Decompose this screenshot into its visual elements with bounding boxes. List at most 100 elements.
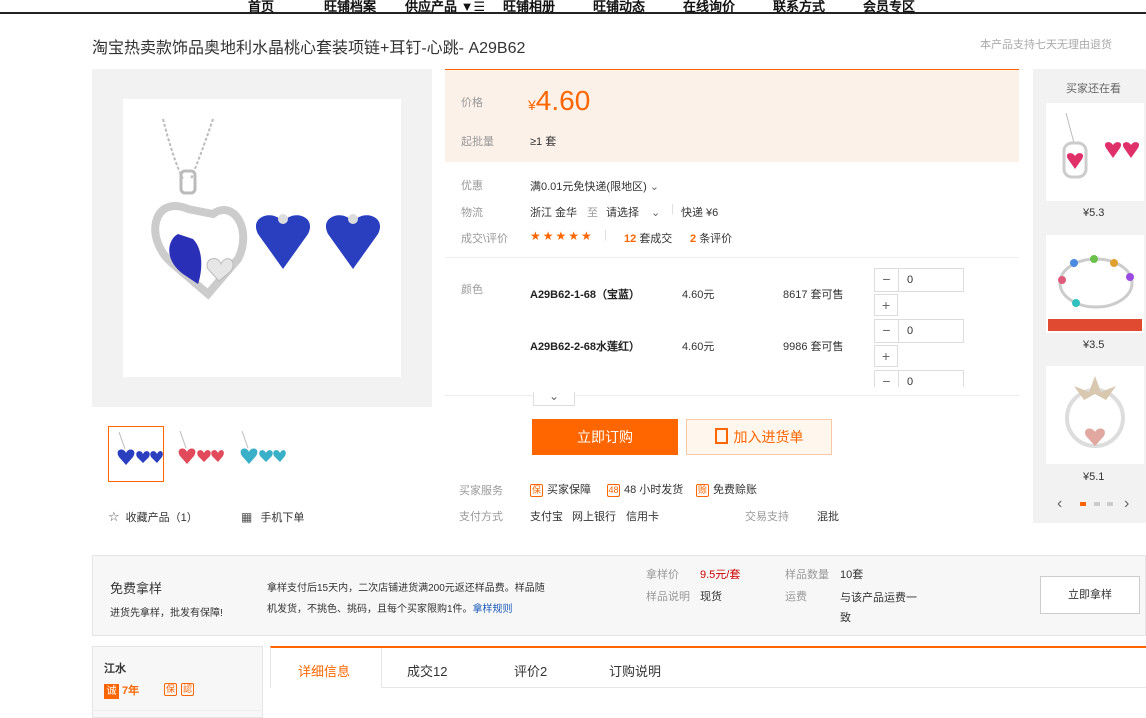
plus-button[interactable]: + bbox=[874, 345, 898, 367]
promo-label: 优惠 bbox=[461, 180, 483, 192]
payment-method: 信用卡 bbox=[626, 511, 659, 523]
tab-reviews[interactable]: 评价2 bbox=[514, 661, 547, 680]
ship-from: 浙江 金华 bbox=[530, 207, 578, 219]
nav-news[interactable]: 旺铺动态 bbox=[593, 0, 645, 12]
sample-desc-text: 机发货，不挑色、挑码，且每个买家限购1件。 bbox=[267, 604, 473, 615]
quantity-stepper[interactable]: − 0 bbox=[874, 268, 964, 292]
service-text: 买家保障 bbox=[547, 484, 591, 496]
necklace-earrings-image bbox=[151, 118, 381, 300]
carousel-dot[interactable] bbox=[1107, 502, 1113, 506]
thumbnail-aqua[interactable] bbox=[232, 426, 288, 482]
clipboard-icon bbox=[714, 428, 728, 445]
sku-stock: 9986 套可售 bbox=[783, 341, 844, 353]
sku-stock: 8617 套可售 bbox=[783, 289, 844, 301]
top-nav: 首页 旺铺档案 供应产品 ▼☰ 旺铺相册 旺铺动态 在线询价 联系方式 会员专区 bbox=[0, 0, 1146, 14]
service-buyer-protection: 保买家保障 bbox=[530, 481, 591, 497]
sample-qty-label: 样品数量 bbox=[785, 569, 829, 581]
product-title: 淘宝热卖款饰品奥地利水晶桃心套装项链+耳钉-心跳- A29B62 bbox=[92, 40, 526, 57]
nav-member[interactable]: 会员专区 bbox=[863, 0, 915, 12]
expand-sku-button[interactable]: ⌄ bbox=[533, 390, 575, 406]
sku-price: 4.60元 bbox=[682, 289, 715, 301]
sample-rule-link[interactable]: 拿样规则 bbox=[473, 604, 513, 615]
favorite-label: 收藏产品（1） bbox=[125, 512, 198, 524]
sku-price: 4.60元 bbox=[682, 341, 715, 353]
nav-contact[interactable]: 联系方式 bbox=[773, 0, 825, 12]
trade-support-value: 混批 bbox=[817, 511, 839, 523]
destination-select[interactable]: 请选择 ⌄ bbox=[606, 204, 660, 220]
clock-icon: 48 bbox=[607, 483, 620, 497]
credit-icon: 赊 bbox=[696, 483, 709, 497]
quantity-stepper[interactable]: − 0 bbox=[874, 319, 964, 343]
sample-price: 9.5元/套 bbox=[700, 569, 741, 581]
minus-button[interactable]: − bbox=[875, 371, 899, 387]
service-text: 48 小时发货 bbox=[624, 484, 684, 496]
sample-desc-line2: 机发货，不挑色、挑码，且每个买家限购1件。拿样规则 bbox=[267, 600, 513, 615]
nav-home[interactable]: 首页 bbox=[248, 0, 274, 12]
sample-desc-line1: 拿样支付后15天内，二次店铺进货满200元返还样品费。样品随 bbox=[267, 583, 545, 594]
quantity-input[interactable]: 0 bbox=[907, 274, 913, 286]
return-promise: 本产品支持七天无理由退货 bbox=[980, 39, 1112, 51]
tab-order-info[interactable]: 订购说明 bbox=[609, 661, 661, 680]
logistics-label: 物流 bbox=[461, 207, 483, 219]
also-viewed-item[interactable] bbox=[1046, 235, 1144, 333]
quantity-input[interactable]: 0 bbox=[907, 325, 913, 337]
favorite-product[interactable]: ☆ 收藏产品（1） bbox=[108, 509, 198, 525]
nav-profile[interactable]: 旺铺档案 bbox=[324, 0, 376, 12]
also-viewed-price: ¥3.5 bbox=[1083, 339, 1105, 351]
sample-qty: 10套 bbox=[840, 569, 864, 581]
nav-album[interactable]: 旺铺相册 bbox=[503, 0, 555, 12]
mobile-order[interactable]: ▦ 手机下单 bbox=[241, 509, 304, 525]
sample-title: 免费拿样 bbox=[110, 581, 163, 596]
thumbnail-blue[interactable] bbox=[108, 426, 164, 482]
also-viewed-item[interactable] bbox=[1046, 366, 1144, 464]
carousel-dot[interactable] bbox=[1094, 502, 1100, 506]
tab-deals[interactable]: 成交12 bbox=[407, 661, 447, 680]
nav-products[interactable]: 供应产品 ▼☰ bbox=[405, 0, 485, 12]
also-viewed-title: 买家还在看 bbox=[1066, 83, 1121, 95]
thumbnail-image bbox=[117, 431, 163, 465]
also-viewed-item[interactable] bbox=[1046, 103, 1144, 201]
promo-dropdown[interactable]: 满0.01元免快递(限地区) ⌄ bbox=[530, 178, 659, 194]
also-viewed-price: ¥5.3 bbox=[1083, 207, 1105, 219]
quantity-stepper[interactable]: − 0 bbox=[874, 370, 964, 387]
deals-label: 成交\评价 bbox=[461, 233, 509, 245]
deals-count-link[interactable]: 12 套成交 bbox=[624, 230, 672, 246]
add-to-cart-label: 加入进货单 bbox=[733, 429, 804, 445]
main-product-image[interactable] bbox=[123, 99, 401, 377]
color-label: 颜色 bbox=[461, 284, 483, 296]
prev-arrow-icon[interactable]: ‹ bbox=[1057, 495, 1062, 513]
minus-button[interactable]: − bbox=[875, 269, 899, 291]
star-outline-icon: ☆ bbox=[108, 509, 120, 524]
reviews-count-link[interactable]: 2 条评价 bbox=[690, 230, 732, 246]
shop-name[interactable]: 江水 bbox=[104, 660, 126, 676]
chevron-down-icon: ⌄ bbox=[649, 181, 659, 193]
express-fee: 快递 ¥6 bbox=[681, 207, 719, 219]
sku-row-partial: − 0 bbox=[874, 370, 964, 387]
next-arrow-icon[interactable]: › bbox=[1124, 495, 1129, 513]
bracelet-image bbox=[1048, 255, 1142, 331]
minus-button[interactable]: − bbox=[875, 320, 899, 342]
get-sample-button[interactable]: 立即拿样 bbox=[1040, 576, 1140, 614]
quantity-input[interactable]: 0 bbox=[907, 376, 913, 387]
sample-note-label: 样品说明 bbox=[646, 591, 690, 603]
price-amount: 4.60 bbox=[535, 85, 591, 116]
separator: | bbox=[671, 203, 674, 215]
divider bbox=[445, 395, 1019, 396]
plus-button[interactable]: + bbox=[874, 294, 898, 316]
credit-badge-icon: 诚 bbox=[104, 684, 119, 699]
detail-tabs: 详细信息 成交12 评价2 订购说明 bbox=[270, 646, 1146, 688]
nav-inquiry[interactable]: 在线询价 bbox=[683, 0, 735, 12]
flower-ring-image bbox=[1065, 376, 1125, 448]
thumbnail-red[interactable] bbox=[170, 426, 226, 482]
add-to-cart-button[interactable]: 加入进货单 bbox=[686, 419, 832, 455]
rating-stars: ★★★★★ bbox=[530, 229, 594, 243]
order-now-button[interactable]: 立即订购 bbox=[532, 419, 678, 455]
thumbnail-image bbox=[240, 430, 286, 464]
tab-details[interactable]: 详细信息 bbox=[298, 661, 350, 680]
price-value: ¥4.60 bbox=[528, 85, 590, 117]
divider bbox=[445, 257, 1019, 258]
shop-years: 诚 7年 bbox=[104, 682, 139, 699]
deals-count: 12 bbox=[624, 233, 637, 245]
mobile-order-label: 手机下单 bbox=[260, 512, 305, 524]
carousel-dot-active[interactable] bbox=[1080, 502, 1086, 506]
